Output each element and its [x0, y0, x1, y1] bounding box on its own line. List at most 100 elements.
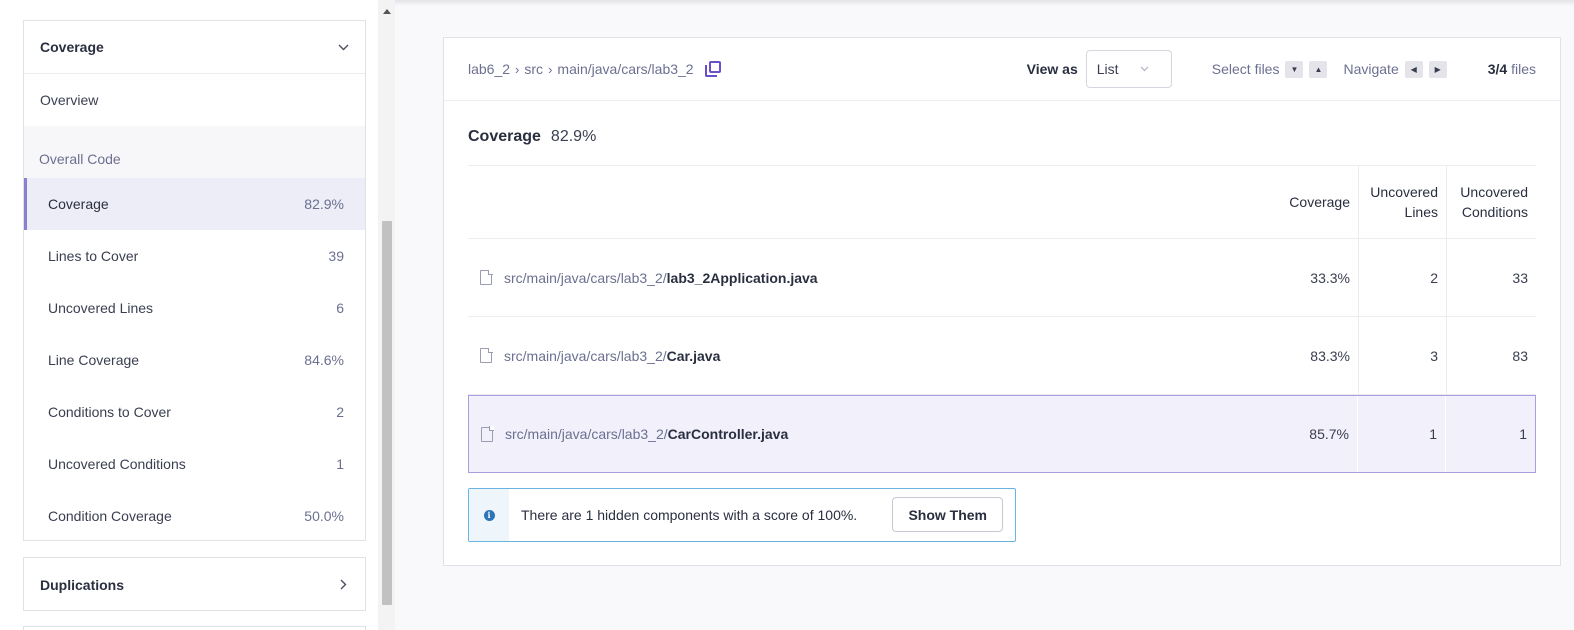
- header-controls: View as List Select files ▼ ▲ Navigate ◀…: [1027, 50, 1536, 88]
- breadcrumb-separator-icon: ›: [548, 61, 553, 77]
- view-as-value: List: [1096, 61, 1119, 77]
- uncovered-lines-cell: 1: [1357, 396, 1445, 472]
- file-name: lab3_2Application.java: [666, 269, 818, 286]
- select-files-label: Select files: [1211, 61, 1280, 77]
- coverage-summary-label: Coverage: [468, 128, 541, 145]
- metric-uncovered-lines[interactable]: Uncovered Lines 6: [24, 282, 365, 334]
- header-coverage[interactable]: Coverage: [1268, 166, 1358, 238]
- metric-value: 82.9%: [304, 196, 344, 212]
- file-cell[interactable]: src/main/java/cars/lab3_2/Car.java: [468, 317, 1268, 394]
- duplications-panel-header[interactable]: Duplications: [24, 558, 365, 611]
- metric-value: 50.0%: [304, 508, 344, 524]
- metric-name: Condition Coverage: [48, 508, 172, 524]
- file-name: CarController.java: [667, 426, 789, 442]
- metric-name: Uncovered Conditions: [48, 456, 186, 472]
- header-file: [468, 166, 1268, 238]
- breadcrumb-separator-icon: ›: [515, 61, 520, 77]
- uncovered-conditions-cell: 1: [1445, 396, 1535, 472]
- header-line: Uncovered: [1370, 184, 1438, 200]
- show-them-button[interactable]: Show Them: [892, 497, 1003, 532]
- files-table: Coverage Uncovered Lines Uncovered Conditi…: [468, 165, 1536, 473]
- file-icon: [481, 426, 494, 442]
- card-header: lab6_2 › src › main/java/cars/lab3_2 Vie…: [444, 38, 1560, 101]
- notice-icon-box: i: [469, 489, 509, 541]
- coverage-cell: 83.3%: [1310, 347, 1350, 364]
- breadcrumb-item[interactable]: src: [524, 61, 543, 77]
- table-row-selected[interactable]: src/main/java/cars/lab3_2/CarController.…: [468, 395, 1536, 473]
- metric-conditions-to-cover[interactable]: Conditions to Cover 2: [24, 386, 365, 438]
- overview-link[interactable]: Overview: [24, 74, 365, 126]
- overall-code-label: Overall Code: [24, 126, 365, 178]
- chevron-right-icon: [337, 579, 349, 591]
- chevron-down-icon: [337, 41, 349, 53]
- uncovered-conditions-cell: 83: [1446, 317, 1536, 394]
- view-as-select[interactable]: List: [1085, 50, 1172, 88]
- uncovered-lines-cell: 2: [1358, 239, 1446, 316]
- coverage-cell: 33.3%: [1310, 269, 1350, 286]
- metric-value: 1: [336, 456, 344, 472]
- file-cell[interactable]: src/main/java/cars/lab3_2/lab3_2Applicat…: [468, 239, 1268, 316]
- notice-text: There are 1 hidden components with a sco…: [521, 507, 858, 523]
- view-as-label: View as: [1026, 61, 1078, 77]
- metric-uncovered-conditions[interactable]: Uncovered Conditions 1: [24, 438, 365, 490]
- hidden-components-notice: i There are 1 hidden components with a s…: [468, 488, 1016, 542]
- header-uncovered-lines[interactable]: Uncovered Lines: [1358, 166, 1446, 238]
- header-uncovered-conditions[interactable]: Uncovered Conditions: [1446, 166, 1536, 238]
- info-icon: i: [483, 509, 495, 521]
- metric-name: Conditions to Cover: [48, 404, 171, 420]
- file-icon: [480, 347, 493, 363]
- metric-value: 2: [336, 404, 344, 420]
- arrow-up-key-icon[interactable]: ▲: [1309, 60, 1328, 78]
- breadcrumb-item[interactable]: main/java/cars/lab3_2: [557, 61, 693, 77]
- file-cell[interactable]: src/main/java/cars/lab3_2/CarController.…: [469, 396, 1267, 472]
- metric-coverage[interactable]: Coverage 82.9%: [24, 178, 365, 230]
- files-current: 3/4: [1487, 61, 1508, 77]
- metric-value: 39: [328, 248, 344, 264]
- duplications-panel: Duplications: [23, 557, 366, 611]
- metric-name: Coverage: [48, 196, 109, 212]
- uncovered-lines-cell: 3: [1358, 317, 1446, 394]
- file-icon: [480, 269, 493, 285]
- sidebar: Coverage Overview Overall Code Coverage …: [0, 0, 395, 630]
- breadcrumb: lab6_2 › src › main/java/cars/lab3_2: [468, 61, 721, 77]
- duplications-panel-title: Duplications: [40, 576, 125, 593]
- measures-card: lab6_2 › src › main/java/cars/lab3_2 Vie…: [443, 37, 1561, 566]
- coverage-summary: Coverage 82.9%: [468, 128, 596, 146]
- arrow-down-key-icon[interactable]: ▼: [1285, 60, 1304, 78]
- coverage-panel: Coverage Overview Overall Code Coverage …: [23, 20, 366, 541]
- coverage-summary-value: 82.9%: [550, 128, 597, 145]
- arrow-right-key-icon[interactable]: ▶: [1428, 60, 1447, 78]
- header-line: Lines: [1404, 204, 1438, 220]
- header-line: Conditions: [1461, 204, 1528, 220]
- table-row[interactable]: src/main/java/cars/lab3_2/Car.java 83.3%…: [468, 317, 1536, 395]
- next-panel-edge: [23, 626, 366, 630]
- chevron-down-icon: [1140, 64, 1149, 74]
- files-suffix: files: [1511, 61, 1536, 77]
- metric-condition-coverage[interactable]: Condition Coverage 50.0%: [24, 490, 365, 542]
- metric-name: Line Coverage: [48, 352, 140, 368]
- coverage-panel-header[interactable]: Coverage: [24, 21, 365, 74]
- sidebar-scrollbar-thumb[interactable]: [382, 221, 392, 605]
- table-row[interactable]: src/main/java/cars/lab3_2/lab3_2Applicat…: [468, 239, 1536, 317]
- header-line: Uncovered: [1460, 184, 1528, 200]
- file-name: Car.java: [666, 347, 721, 364]
- metric-line-coverage[interactable]: Line Coverage 84.6%: [24, 334, 365, 386]
- table-header: Coverage Uncovered Lines Uncovered Conditi…: [468, 166, 1536, 239]
- metric-lines-to-cover[interactable]: Lines to Cover 39: [24, 230, 365, 282]
- file-path: src/main/java/cars/lab3_2/: [505, 426, 668, 442]
- file-path: src/main/java/cars/lab3_2/: [504, 347, 667, 364]
- scroll-up-arrow-icon[interactable]: [383, 9, 391, 14]
- file-path: src/main/java/cars/lab3_2/: [504, 269, 667, 286]
- breadcrumb-item[interactable]: lab6_2: [468, 61, 510, 77]
- metric-value: 6: [336, 300, 344, 316]
- metric-value: 84.6%: [304, 352, 344, 368]
- files-count: 3/4 files: [1488, 61, 1536, 77]
- coverage-cell: 85.7%: [1309, 426, 1349, 442]
- metric-name: Uncovered Lines: [48, 300, 154, 316]
- uncovered-conditions-cell: 33: [1446, 239, 1536, 316]
- navigate-label: Navigate: [1343, 61, 1399, 77]
- copy-icon[interactable]: [704, 61, 721, 77]
- coverage-panel-title: Coverage: [40, 39, 104, 55]
- metric-name: Lines to Cover: [48, 248, 139, 264]
- arrow-left-key-icon[interactable]: ◀: [1404, 60, 1423, 78]
